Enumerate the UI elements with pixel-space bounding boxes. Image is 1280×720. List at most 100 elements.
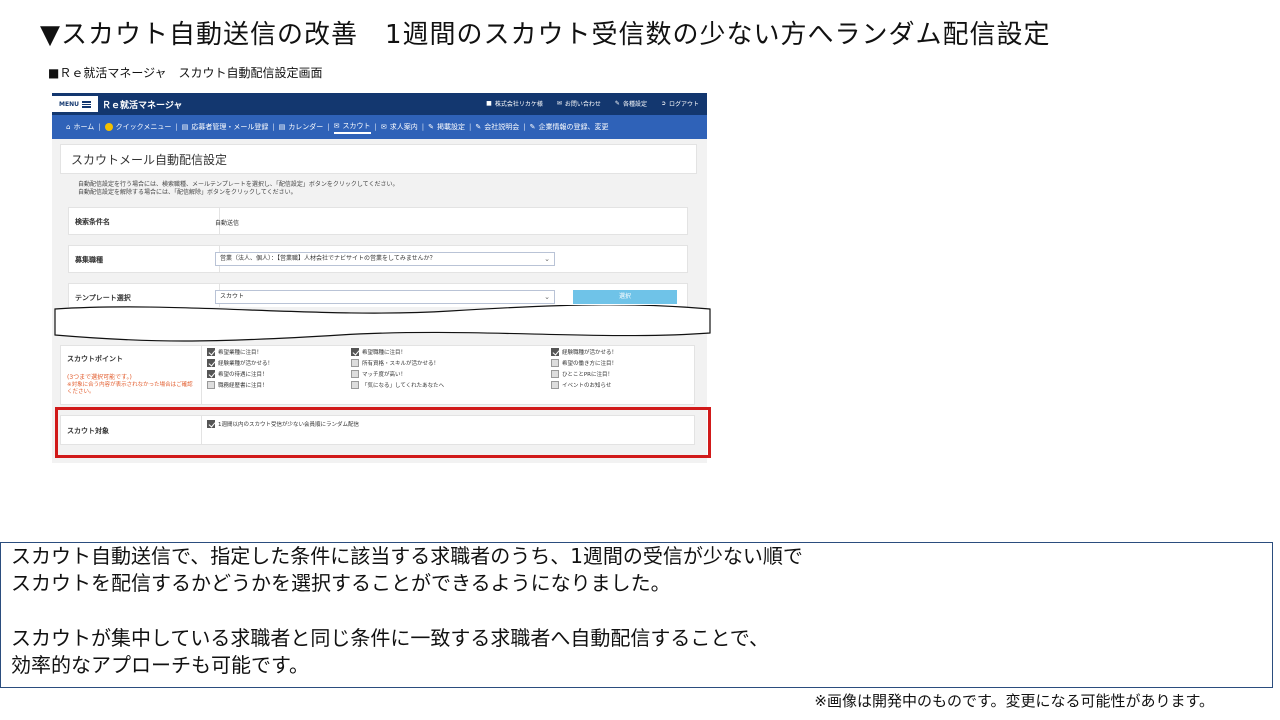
checkbox-icon xyxy=(351,370,359,378)
mail-icon: ✉ xyxy=(380,123,387,131)
nav-quick-menu[interactable]: クイックメニュー xyxy=(104,122,172,132)
checkbox-icon xyxy=(207,381,215,389)
nav-calendar[interactable]: ▤ カレンダー xyxy=(279,122,324,132)
nav-company-info[interactable]: ✎ 企業情報の登録、変更 xyxy=(530,122,609,132)
nav-scout[interactable]: ✉ スカウト xyxy=(333,121,371,134)
checkbox-icon xyxy=(351,359,359,367)
logout-label: ログアウト xyxy=(668,101,699,108)
nav-separator: | xyxy=(327,123,330,131)
hamburger-icon xyxy=(81,100,91,108)
checkbox-icon xyxy=(351,348,359,356)
description-line: スカウトを配信するかどうかを選択することができるようになりました。 xyxy=(11,571,671,595)
settings-link[interactable]: ✎ 各種設定 xyxy=(615,99,647,108)
job-type-row: 募集職種 営業（法人、個人）：【営業職】人材会社でナビサイトの営業をしてみません… xyxy=(68,245,688,273)
nav-briefing[interactable]: ✎ 会社説明会 xyxy=(475,122,519,132)
checkbox-work-history[interactable]: 職務経歴書に注目！ xyxy=(207,381,268,389)
account-label: 株式会社リカケ様 xyxy=(494,101,543,108)
nav-applicants-label: 応募者管理・メール登録 xyxy=(191,123,269,131)
settings-label: 各種設定 xyxy=(622,101,647,108)
nav-company-info-label: 企業情報の登録、変更 xyxy=(538,123,609,131)
logout-icon: ➲ xyxy=(660,100,666,107)
description-line: スカウトが集中している求職者と同じ条件に一致する求職者へ自動配信することで、 xyxy=(11,626,769,650)
checkbox-desired-job[interactable]: 希望職種に注目！ xyxy=(351,348,406,356)
checkbox-high-match[interactable]: マッチ度が高い！ xyxy=(351,370,406,378)
checkbox-label: 経験職種が活かせる！ xyxy=(562,350,618,356)
checkbox-icon xyxy=(207,348,215,356)
chevron-down-icon: ⌄ xyxy=(544,293,550,301)
nav-calendar-label: カレンダー xyxy=(288,123,324,131)
description-line: 効率的なアプローチも可能です。 xyxy=(11,653,309,677)
checkbox-label: 希望の待遇に注目！ xyxy=(218,372,268,378)
instructions: 自動配信設定を行う場合には、検索職種、メールテンプレートを選択し、「配信設定」ボ… xyxy=(78,181,398,197)
checkbox-icon xyxy=(551,370,559,378)
menu-button[interactable]: MENU xyxy=(52,96,98,112)
checkbox-label: マッチ度が高い！ xyxy=(362,372,407,378)
description-box: スカウト自動送信で、指定した条件に該当する求職者のうち、1週間の受信が少ない順で… xyxy=(0,542,1273,688)
checkbox-label: ひとことPRに注目！ xyxy=(562,372,613,378)
select-button[interactable]: 選択 xyxy=(573,290,677,304)
top-links: ■ 株式会社リカケ様 ✉ お問い合わせ ✎ 各種設定 ➲ ログアウト xyxy=(486,99,699,108)
nav-posting[interactable]: ✎ 掲載設定 xyxy=(428,122,465,132)
slide-title: ▼スカウト自動送信の改善 1週間のスカウト受信数の少ない方へランダム配信設定 xyxy=(40,20,1051,50)
nav-job-info[interactable]: ✉ 求人案内 xyxy=(381,122,418,132)
pencil-icon: ✎ xyxy=(614,100,620,107)
top-bar: MENU Ｒｅ就活マネージャ ■ 株式会社リカケ様 ✉ お問い合わせ ✎ 各種設定 ➲… xyxy=(52,93,707,115)
calendar-icon: ▤ xyxy=(278,123,286,131)
contact-link[interactable]: ✉ お問い合わせ xyxy=(557,99,601,108)
checkbox-label: 希望の働き方に注目！ xyxy=(562,361,618,367)
checkbox-label: 職務経歴書に注目！ xyxy=(218,383,268,389)
checkbox-desired-industry[interactable]: 希望業種に注目！ xyxy=(207,348,262,356)
checkbox-experienced-industry[interactable]: 経験業種が活かせる！ xyxy=(207,359,273,367)
nav-separator: | xyxy=(374,123,377,131)
scout-points-limit-note: (3つまで選択可能です。) xyxy=(67,374,132,381)
logout-link[interactable]: ➲ ログアウト xyxy=(661,99,699,108)
nav-posting-label: 掲載設定 xyxy=(437,123,466,131)
contact-label: お問い合わせ xyxy=(564,101,601,108)
checkbox-interested[interactable]: 「気になる」してくれたあなたへ xyxy=(351,381,444,389)
menu-button-label: MENU xyxy=(59,100,79,108)
scout-points-row: スカウトポイント (3つまで選択可能です。) ※対象に合う内容が表示されなかった… xyxy=(60,345,695,405)
nav-separator: | xyxy=(523,123,526,131)
nav-home[interactable]: ⌂ ホーム xyxy=(66,122,94,132)
nav-scout-label: スカウト xyxy=(342,121,371,130)
footnote: ※画像は開発中のものです。変更になる可能性があります。 xyxy=(814,692,1214,710)
checkbox-icon xyxy=(207,359,215,367)
checkbox-experienced-job[interactable]: 経験職種が活かせる！ xyxy=(551,348,617,356)
nav-separator: | xyxy=(421,123,425,131)
search-condition-row: 検索条件名 自動送信 xyxy=(68,207,688,235)
nav-quick-menu-label: クイックメニュー xyxy=(115,123,172,131)
checkbox-qualifications[interactable]: 所有資格・スキルが活かせる！ xyxy=(351,359,439,367)
page-title: スカウトメール自動配信設定 xyxy=(71,153,228,167)
home-icon: ⌂ xyxy=(66,123,71,131)
nav-separator: | xyxy=(272,123,275,131)
nav-applicants[interactable]: ▤ 応募者管理・メール登録 xyxy=(182,122,269,132)
job-type-label: 募集職種 xyxy=(75,256,103,264)
list-icon: ▤ xyxy=(181,123,189,131)
scout-points-warning: ※対象に合う内容が表示されなかった場合はご確認ください。 xyxy=(67,382,193,395)
checkbox-label: 希望職種に注目！ xyxy=(362,350,407,356)
checkbox-work-style[interactable]: 希望の働き方に注目！ xyxy=(551,359,617,367)
cut-mark-fill xyxy=(54,305,711,342)
checkbox-label: 「気になる」してくれたあなたへ xyxy=(362,383,445,389)
description-line: スカウト自動送信で、指定した条件に該当する求職者のうち、1週間の受信が少ない順で xyxy=(11,544,803,568)
quick-menu-icon xyxy=(104,123,113,131)
checkbox-event-notice[interactable]: イベントのお知らせ xyxy=(551,381,611,389)
nav-separator: | xyxy=(469,123,472,131)
template-select[interactable]: スカウト ⌄ xyxy=(215,290,555,304)
mail-icon: ✉ xyxy=(556,100,562,107)
mail-icon: ✉ xyxy=(333,121,340,130)
checkbox-short-pr[interactable]: ひとことPRに注目！ xyxy=(551,370,613,378)
screenshot-caption: ■Ｒｅ就活マネージャ スカウト自動配信設定画面 xyxy=(48,66,323,80)
checkbox-label: 経験業種が活かせる！ xyxy=(218,361,274,367)
user-icon: ■ xyxy=(486,100,492,107)
checkbox-desired-treatment[interactable]: 希望の待遇に注目！ xyxy=(207,370,268,378)
app-name: Ｒｅ就活マネージャ xyxy=(102,101,183,111)
pencil-icon: ✎ xyxy=(529,123,536,131)
account-link[interactable]: ■ 株式会社リカケ様 xyxy=(486,99,543,108)
checkbox-icon xyxy=(551,381,559,389)
nav-job-info-label: 求人案内 xyxy=(389,123,418,131)
template-row: テンプレート選択 スカウト ⌄ 選択 xyxy=(68,283,688,307)
nav-separator: | xyxy=(98,123,101,131)
job-type-select[interactable]: 営業（法人、個人）：【営業職】人材会社でナビサイトの営業をしてみませんか？ ⌄ xyxy=(215,252,555,266)
checkbox-label: 所有資格・スキルが活かせる！ xyxy=(362,361,440,367)
